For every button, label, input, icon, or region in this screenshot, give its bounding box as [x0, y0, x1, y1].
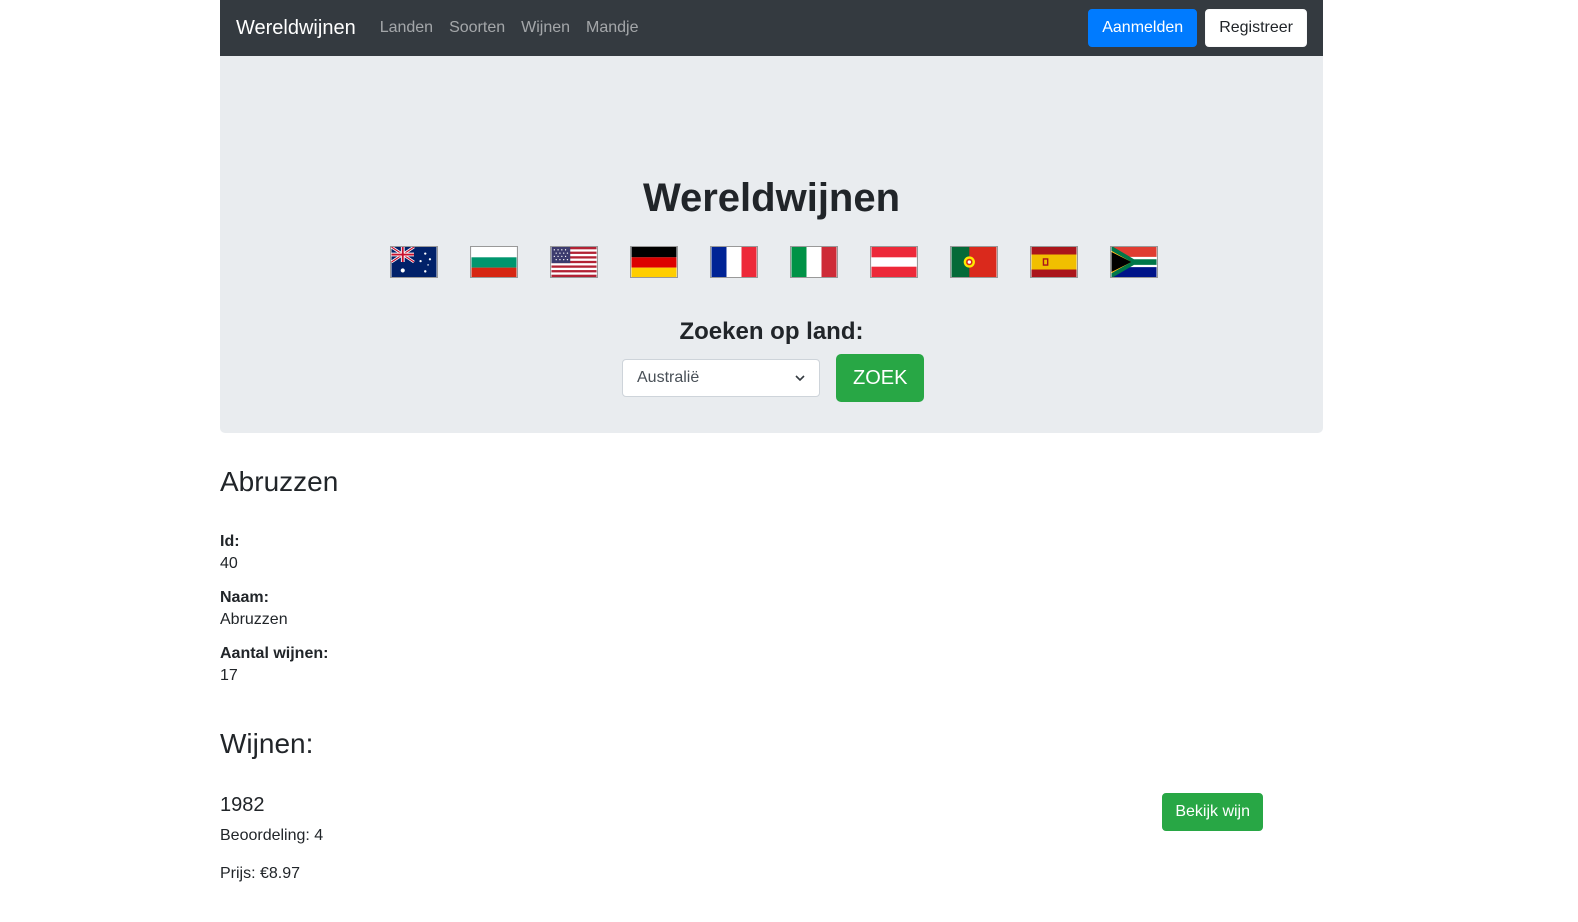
region-details: Id: 40 Naam: Abruzzen Aantal wijnen: 17: [220, 532, 328, 700]
id-label: Id:: [220, 533, 240, 550]
page-container: Wereldwijnen Landen Soorten Wijnen Mandj…: [220, 0, 1323, 882]
portugal-flag[interactable]: [950, 246, 998, 278]
search-row: Australië ZOEK: [622, 354, 925, 402]
country-select[interactable]: Australië: [622, 359, 820, 397]
spain-flag[interactable]: [1030, 246, 1078, 278]
south-africa-flag[interactable]: [1110, 246, 1158, 278]
hero-title: Wereldwijnen: [642, 176, 901, 220]
count-label: Aantal wijnen:: [220, 645, 329, 662]
nav-link-landen[interactable]: Landen: [380, 19, 433, 37]
wines-heading: Wijnen:: [220, 728, 314, 759]
usa-flag[interactable]: [550, 246, 598, 278]
hero-jumbotron: Wereldwijnen Zoeken op land: Australië Z…: [220, 56, 1323, 433]
nav-link-wijnen[interactable]: Wijnen: [521, 19, 570, 37]
austria-flag[interactable]: [870, 246, 918, 278]
brand-link[interactable]: Wereldwijnen: [236, 17, 356, 40]
nav-link-mandje[interactable]: Mandje: [586, 19, 638, 37]
wine-price: Prijs: €8.97: [220, 865, 301, 882]
search-button[interactable]: ZOEK: [836, 354, 925, 402]
bulgaria-flag[interactable]: [470, 246, 518, 278]
search-label: Zoeken op land:: [679, 318, 864, 345]
italy-flag[interactable]: [790, 246, 838, 278]
country-select-value: Australië: [637, 369, 700, 386]
name-label: Naam:: [220, 589, 269, 606]
germany-flag[interactable]: [630, 246, 678, 278]
id-value: 40: [220, 555, 238, 572]
chevron-down-icon: [795, 375, 805, 382]
region-title: Abruzzen: [220, 466, 339, 497]
navbar: Wereldwijnen Landen Soorten Wijnen Mandj…: [220, 0, 1323, 56]
register-button[interactable]: Registreer: [1205, 9, 1307, 47]
australia-flag[interactable]: [390, 246, 438, 278]
count-value: 17: [220, 667, 238, 684]
wine-year: 1982: [220, 794, 265, 816]
wine-item: 1982 Beoordeling: 4 Prijs: €8.97 Bekijk …: [220, 793, 1263, 883]
view-wine-button[interactable]: Bekijk wijn: [1162, 793, 1263, 831]
wine-rating: Beoordeling: 4: [220, 827, 324, 844]
login-button[interactable]: Aanmelden: [1088, 9, 1198, 47]
france-flag[interactable]: [710, 246, 758, 278]
nav-link-soorten[interactable]: Soorten: [449, 19, 505, 37]
flag-row: [390, 246, 1158, 278]
nav-actions: Aanmelden Registreer: [1088, 9, 1307, 47]
name-value: Abruzzen: [220, 611, 288, 628]
